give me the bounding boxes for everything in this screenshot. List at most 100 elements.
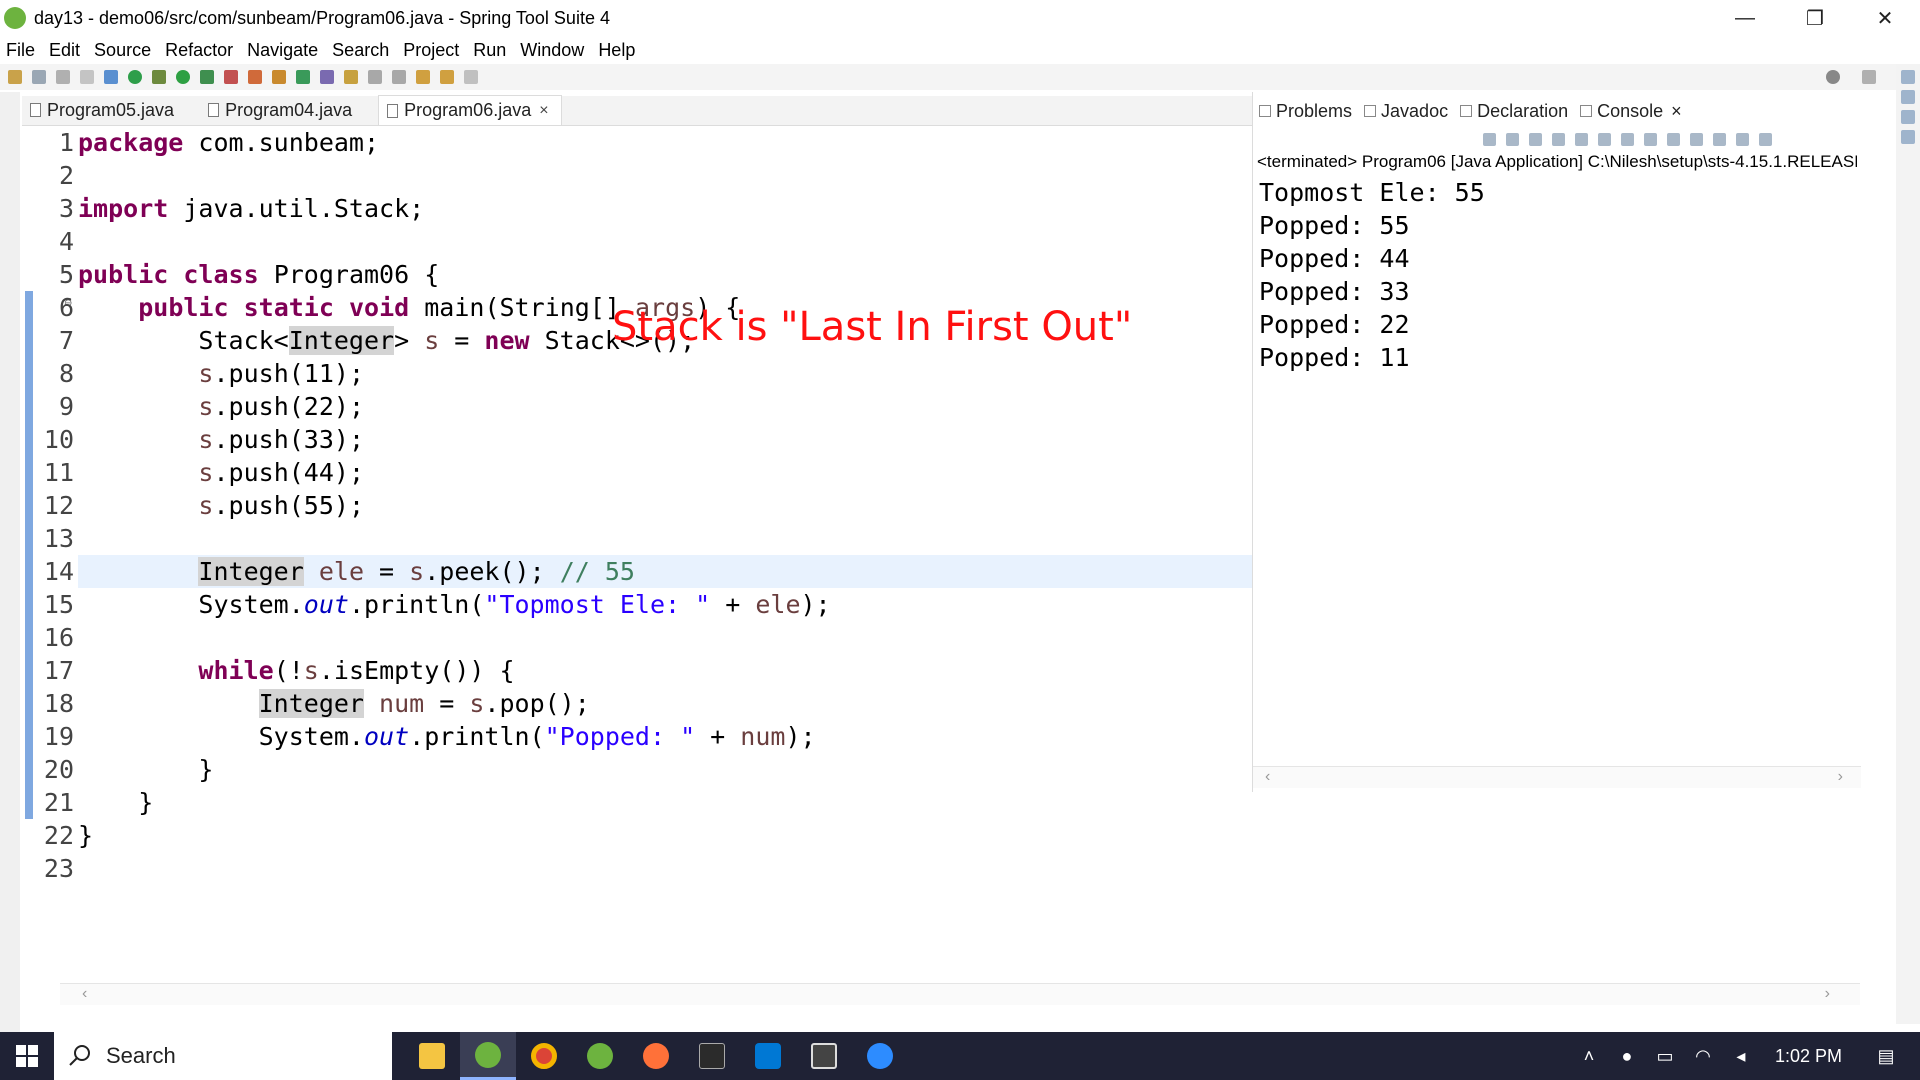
scroll-lock-icon[interactable] — [1598, 132, 1611, 146]
next-annotation-icon[interactable] — [368, 70, 382, 84]
console-horizontal-scrollbar[interactable]: ‹ › — [1253, 766, 1861, 788]
file-explorer-button[interactable] — [404, 1032, 460, 1080]
code-body[interactable]: package com.sunbeam; import java.util.St… — [78, 126, 1252, 885]
line-number: 21 — [43, 788, 74, 817]
menu-search[interactable]: Search — [332, 40, 389, 61]
show-on-error-icon[interactable] — [1667, 132, 1680, 146]
scroll-left-icon[interactable]: ‹ — [1265, 768, 1270, 786]
taskbar-search[interactable]: Search — [54, 1032, 392, 1080]
menu-help[interactable]: Help — [598, 40, 635, 61]
debug-icon[interactable] — [152, 70, 166, 84]
save-all-icon[interactable] — [56, 70, 70, 84]
remove-all-icon[interactable] — [1552, 132, 1565, 146]
minimize-button[interactable]: — — [1710, 0, 1780, 36]
console-line: Popped: 11 — [1259, 343, 1410, 372]
previous-annotation-icon[interactable] — [392, 70, 406, 84]
tab-program06[interactable]: Program06.java × — [378, 95, 562, 125]
restore-button[interactable]: ❐ — [1780, 0, 1850, 36]
pin-console-icon[interactable] — [1483, 132, 1496, 146]
console-output[interactable]: Topmost Ele: 55 Popped: 55 Popped: 44 Po… — [1259, 176, 1485, 374]
menu-navigate[interactable]: Navigate — [247, 40, 318, 61]
tab-program05[interactable]: Program05.java — [22, 95, 186, 125]
close-tab-icon[interactable]: × — [1671, 101, 1682, 122]
pin-editor-icon[interactable] — [464, 70, 478, 84]
tab-declaration[interactable]: Declaration — [1460, 101, 1568, 122]
clock[interactable]: 1:02 PM — [1775, 1046, 1842, 1067]
new-class-icon[interactable] — [296, 70, 310, 84]
minimized-view-icon[interactable] — [1901, 110, 1915, 124]
tab-label: Program06.java — [404, 100, 532, 120]
sts-button[interactable] — [460, 1032, 516, 1080]
minimized-view-icon[interactable] — [1901, 130, 1915, 144]
terminate-icon[interactable] — [1506, 132, 1519, 146]
scroll-left-icon[interactable]: ‹ — [82, 985, 87, 1003]
code-line: System.out.println("Topmost Ele: " + ele… — [78, 590, 831, 619]
menu-project[interactable]: Project — [403, 40, 459, 61]
editor-horizontal-scrollbar[interactable]: ‹ › — [60, 983, 1860, 1005]
show-on-output-icon[interactable] — [1644, 132, 1657, 146]
search-toolbar-icon[interactable] — [344, 70, 358, 84]
stop-icon[interactable] — [224, 70, 238, 84]
windows-start-icon — [16, 1045, 38, 1067]
window-controls: — ❐ ✕ — [1710, 0, 1920, 36]
save-icon[interactable] — [32, 70, 46, 84]
run-icon[interactable] — [176, 70, 190, 84]
print-icon[interactable] — [80, 70, 94, 84]
wifi-icon[interactable]: ◠ — [1689, 1046, 1717, 1066]
close-tab-icon[interactable]: × — [539, 102, 548, 120]
minimized-view-icon[interactable] — [1901, 70, 1915, 84]
start-button[interactable] — [0, 1032, 54, 1080]
coverage-icon[interactable] — [200, 70, 214, 84]
open-type-icon[interactable] — [320, 70, 334, 84]
vscode-icon — [755, 1043, 781, 1069]
java-file-icon — [387, 103, 399, 118]
remove-launch-icon[interactable] — [1529, 132, 1542, 146]
firefox-button[interactable] — [628, 1032, 684, 1080]
display-console-icon[interactable] — [1713, 132, 1726, 146]
open-perspective-icon[interactable] — [1862, 70, 1876, 84]
minimized-view-icon[interactable] — [1901, 90, 1915, 104]
battery-icon[interactable]: ▭ — [1651, 1046, 1679, 1066]
scroll-right-icon[interactable]: › — [1838, 768, 1843, 786]
tab-console[interactable]: Console × — [1580, 101, 1682, 122]
chrome-button[interactable] — [516, 1032, 572, 1080]
menu-window[interactable]: Window — [520, 40, 584, 61]
window-button[interactable] — [796, 1032, 852, 1080]
tab-program04[interactable]: Program04.java — [200, 95, 364, 125]
external-tools-icon[interactable] — [248, 70, 262, 84]
terminal-button[interactable] — [684, 1032, 740, 1080]
new-java-package-icon[interactable] — [272, 70, 286, 84]
terminal-toolbar-icon[interactable] — [104, 70, 118, 84]
tab-javadoc[interactable]: Javadoc — [1364, 101, 1448, 122]
mic-icon[interactable]: ● — [1613, 1046, 1641, 1066]
volume-icon[interactable]: ◂ — [1727, 1046, 1755, 1066]
menu-run[interactable]: Run — [473, 40, 506, 61]
clear-console-icon[interactable] — [1575, 132, 1588, 146]
menu-source[interactable]: Source — [94, 40, 151, 61]
code-line: s.push(44); — [198, 458, 364, 487]
spring-boot-icon[interactable] — [128, 70, 142, 84]
menu-file[interactable]: File — [6, 40, 35, 61]
word-wrap-icon[interactable] — [1621, 132, 1634, 146]
close-button[interactable]: ✕ — [1850, 0, 1920, 36]
declaration-icon — [1460, 105, 1473, 117]
scroll-right-icon[interactable]: › — [1825, 985, 1830, 1003]
new-icon[interactable] — [8, 70, 22, 84]
search-icon[interactable] — [1826, 70, 1840, 84]
back-icon[interactable] — [416, 70, 430, 84]
tab-problems[interactable]: Problems — [1259, 101, 1352, 122]
open-console-icon[interactable] — [1736, 132, 1749, 146]
vscode-button[interactable] — [740, 1032, 796, 1080]
title-bar: day13 - demo06/src/com/sunbeam/Program06… — [0, 0, 1920, 36]
forward-icon[interactable] — [440, 70, 454, 84]
chevron-up-icon[interactable]: ˄ — [1575, 1046, 1603, 1066]
code-line: s.push(55); — [198, 491, 364, 520]
menu-refactor[interactable]: Refactor — [165, 40, 233, 61]
zoom-button[interactable] — [852, 1032, 908, 1080]
view-menu-icon[interactable] — [1759, 132, 1772, 146]
menu-edit[interactable]: Edit — [49, 40, 80, 61]
pin-icon[interactable] — [1690, 132, 1703, 146]
spring-button[interactable] — [572, 1032, 628, 1080]
code-editor[interactable]: ⊖ 1 2 3 4 5 6 7 8 9 10 11 12 13 14 15 16… — [22, 126, 1252, 981]
notifications-icon[interactable]: ▤ — [1872, 1046, 1900, 1066]
